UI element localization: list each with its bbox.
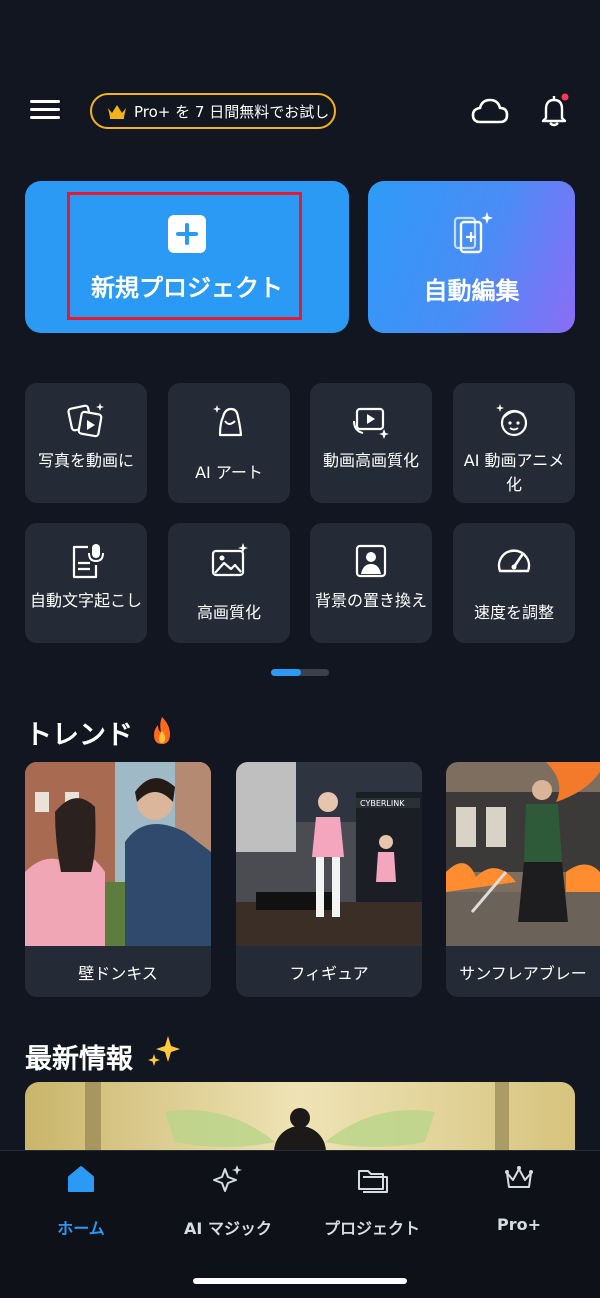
tool-label: AI アート bbox=[195, 463, 263, 482]
pro-trial-banner[interactable]: Pro+ を 7 日間無料でお試し bbox=[90, 93, 336, 129]
home-indicator bbox=[193, 1278, 407, 1284]
auto-edit-label: 自動編集 bbox=[423, 277, 520, 305]
auto-edit-icon bbox=[453, 212, 493, 254]
menu-icon[interactable] bbox=[30, 98, 62, 122]
folder-icon bbox=[358, 1170, 388, 1193]
tool-background-replace[interactable]: 背景の置き換え bbox=[310, 523, 432, 643]
trend-label: サンフレアブレー bbox=[459, 964, 587, 983]
tool-video-enhance[interactable]: 動画高画質化 bbox=[310, 383, 432, 503]
tool-label: 速度を調整 bbox=[473, 603, 554, 622]
highlight-box bbox=[67, 192, 302, 320]
tool-photo-to-video[interactable]: 写真を動画に bbox=[25, 383, 147, 503]
news-title: 最新情報 bbox=[25, 1044, 133, 1075]
trend-thumbnail bbox=[25, 762, 211, 946]
trend-card[interactable]: サンフレアブレー bbox=[446, 762, 600, 997]
page-indicator-active bbox=[271, 669, 301, 676]
nav-label: Pro+ bbox=[496, 1215, 541, 1234]
tool-label: 高画質化 bbox=[196, 603, 261, 622]
image-enhance-icon bbox=[211, 543, 248, 577]
notification-dot bbox=[561, 93, 569, 101]
nav-label: AI マジック bbox=[184, 1219, 272, 1238]
home-icon bbox=[68, 1166, 94, 1192]
trend-card[interactable]: 壁ドンキス bbox=[25, 762, 211, 997]
bell-icon[interactable] bbox=[538, 92, 572, 128]
nav-project[interactable]: プロジェクト bbox=[297, 1163, 447, 1243]
tool-label: 動画高画質化 bbox=[322, 451, 419, 470]
tool-label: 自動文字起こし bbox=[29, 591, 142, 610]
fire-icon bbox=[154, 717, 170, 744]
tool-image-enhance[interactable]: 高画質化 bbox=[168, 523, 290, 643]
svg-text:CYBERLINK: CYBERLINK bbox=[360, 799, 405, 808]
trend-thumbnail: CYBERLINK bbox=[236, 762, 422, 946]
transcribe-icon bbox=[72, 544, 104, 579]
tool-ai-art[interactable]: AI アート bbox=[168, 383, 290, 503]
crown-icon bbox=[108, 105, 126, 119]
photo-to-video-icon bbox=[67, 403, 104, 438]
nav-label: ホーム bbox=[57, 1219, 105, 1238]
tool-label: AI 動画アニメ化 bbox=[463, 451, 565, 494]
nav-pro[interactable]: Pro+ bbox=[444, 1163, 594, 1243]
nav-ai-magic[interactable]: AI マジック bbox=[153, 1163, 303, 1243]
video-enhance-icon bbox=[353, 407, 389, 439]
trend-thumbnail bbox=[446, 762, 600, 946]
cloud-icon[interactable] bbox=[470, 96, 510, 128]
sparkle-icon bbox=[148, 1036, 180, 1066]
speed-icon bbox=[497, 549, 531, 573]
tool-label: 写真を動画に bbox=[37, 451, 134, 470]
tool-speed[interactable]: 速度を調整 bbox=[453, 523, 575, 643]
trend-label: 壁ドンキス bbox=[78, 964, 158, 983]
tool-label: 背景の置き換え bbox=[314, 591, 427, 610]
pro-trial-label: Pro+ を 7 日間無料でお試し bbox=[134, 102, 330, 121]
trend-label: フィギュア bbox=[289, 964, 369, 983]
crown-icon bbox=[505, 1166, 533, 1188]
ai-magic-icon bbox=[213, 1165, 242, 1192]
background-replace-icon bbox=[355, 544, 387, 578]
trend-title: トレンド bbox=[25, 720, 133, 751]
auto-edit-button[interactable] bbox=[368, 181, 575, 333]
ai-anime-icon bbox=[496, 404, 528, 437]
trend-card[interactable]: CYBERLINK フィギュア bbox=[236, 762, 422, 997]
ai-art-icon bbox=[213, 405, 243, 437]
tool-ai-anime[interactable]: AI 動画アニメ化 bbox=[453, 383, 575, 503]
nav-home[interactable]: ホーム bbox=[6, 1163, 156, 1243]
nav-label: プロジェクト bbox=[323, 1219, 420, 1238]
tool-transcribe[interactable]: 自動文字起こし bbox=[25, 523, 147, 643]
